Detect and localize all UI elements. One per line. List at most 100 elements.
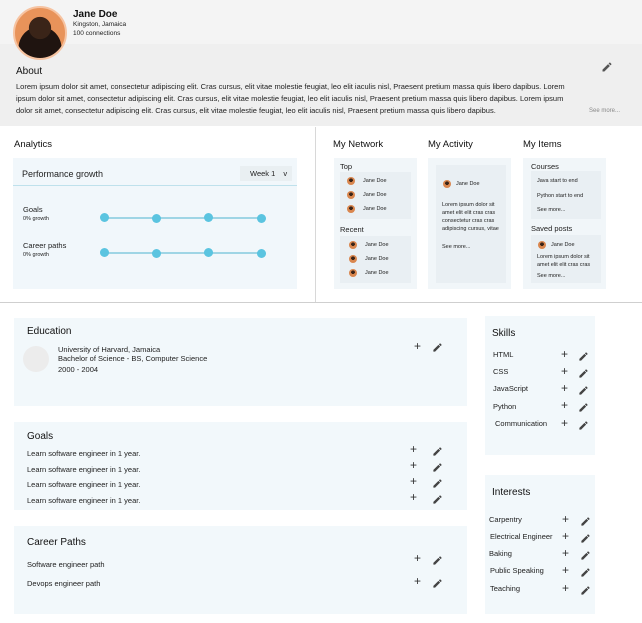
education-school: University of Harvard, Jamaica [58,345,161,354]
edit-skill-pencil-icon[interactable] [578,383,589,395]
network-top-person[interactable]: Jane Doe [363,206,387,212]
week-select[interactable]: Week 1 v [240,166,292,181]
avatar[interactable] [443,180,451,188]
goals-progress-dot[interactable] [152,214,161,223]
edit-skill-pencil-icon[interactable] [578,349,589,361]
add-interest-plus-icon[interactable]: + [562,547,569,559]
add-education-plus-icon[interactable]: + [414,340,421,352]
interest-item: Carpentry [489,515,522,524]
add-interest-plus-icon[interactable]: + [562,564,569,576]
career-row-growth: 0% growth [23,252,49,258]
skill-item: HTML [493,350,514,359]
profile-connections[interactable]: 100 connections [73,30,120,37]
activity-author[interactable]: Jane Doe [456,181,480,187]
course-item[interactable]: Python start to end [537,193,583,199]
skill-item: JavaScript [493,384,529,393]
network-top-person[interactable]: Jane Doe [363,178,387,184]
edit-goal-pencil-icon[interactable] [432,476,443,488]
courses-see-more-link[interactable]: See more... [537,207,565,213]
edit-interest-pencil-icon[interactable] [580,565,591,577]
add-career-path-plus-icon[interactable]: + [414,575,421,587]
add-goal-plus-icon[interactable]: + [410,459,417,471]
skills-title: Skills [492,328,516,339]
avatar[interactable] [347,205,355,213]
goals-progress-dot[interactable] [100,213,109,222]
about-title: About [16,66,43,77]
about-text: Lorem ipsum dolor sit amet, consectetur … [16,82,565,115]
interest-item: Baking [489,549,512,558]
add-goal-plus-icon[interactable]: + [410,475,417,487]
saved-posts-label: Saved posts [531,224,573,233]
career-paths-title: Career Paths [27,537,86,548]
avatar[interactable] [347,191,355,199]
course-item[interactable]: Java start to end [537,178,578,184]
profile-avatar[interactable] [13,6,67,60]
career-path-item: Software engineer path [27,560,105,569]
edit-goal-pencil-icon[interactable] [432,444,443,456]
network-recent-label: Recent [340,225,364,234]
edit-about-pencil-icon[interactable] [601,60,613,72]
avatar[interactable] [349,241,357,249]
saved-post-text: Lorem ipsum dolor sit amet elit elit cra… [537,254,591,268]
school-logo [23,346,49,372]
career-progress-dot[interactable] [152,249,161,258]
network-recent-person[interactable]: Jane Doe [365,256,389,262]
add-skill-plus-icon[interactable]: + [561,417,568,429]
network-recent-person[interactable]: Jane Doe [365,270,389,276]
career-progress-dot[interactable] [204,248,213,257]
add-career-path-plus-icon[interactable]: + [414,552,421,564]
goals-progress-dot[interactable] [257,214,266,223]
skill-item: Python [493,402,517,411]
interest-item: Electrical Engineer [490,532,553,541]
edit-interest-pencil-icon[interactable] [580,514,591,526]
edit-skill-pencil-icon[interactable] [578,418,589,430]
network-title: My Network [333,139,384,150]
add-skill-plus-icon[interactable]: + [561,365,568,377]
add-interest-plus-icon[interactable]: + [562,582,569,594]
add-interest-plus-icon[interactable]: + [562,513,569,525]
add-skill-plus-icon[interactable]: + [561,348,568,360]
education-title: Education [27,326,72,337]
edit-skill-pencil-icon[interactable] [578,366,589,378]
avatar[interactable] [349,269,357,277]
edit-goal-pencil-icon[interactable] [432,460,443,472]
edit-interest-pencil-icon[interactable] [580,531,591,543]
add-skill-plus-icon[interactable]: + [561,399,568,411]
about-see-more-link[interactable]: See more... [589,108,620,114]
courses-label: Courses [531,162,559,171]
avatar[interactable] [347,177,355,185]
profile-name: Jane Doe [73,9,118,20]
activity-see-more-link[interactable]: See more... [442,243,470,251]
saved-post-author[interactable]: Jane Doe [551,242,575,248]
network-recent-person[interactable]: Jane Doe [365,242,389,248]
edit-interest-pencil-icon[interactable] [580,583,591,595]
interest-item: Teaching [490,584,521,593]
skill-item: CSS [493,367,509,376]
avatar[interactable] [538,241,546,249]
edit-skill-pencil-icon[interactable] [578,400,589,412]
edit-interest-pencil-icon[interactable] [580,548,591,560]
add-goal-plus-icon[interactable]: + [410,491,417,503]
edit-goal-pencil-icon[interactable] [432,492,443,504]
interest-item: Public Speaking [490,566,544,575]
add-goal-plus-icon[interactable]: + [410,443,417,455]
education-degree: Bachelor of Science - BS, Computer Scien… [58,354,208,363]
avatar[interactable] [349,255,357,263]
saved-see-more-link[interactable]: See more... [537,272,565,280]
add-skill-plus-icon[interactable]: + [561,382,568,394]
items-title: My Items [523,139,562,150]
goals-row-label: Goals [23,205,43,214]
add-interest-plus-icon[interactable]: + [562,530,569,542]
goals-title: Goals [27,431,54,442]
career-progress-dot[interactable] [257,249,266,258]
edit-education-pencil-icon[interactable] [432,340,443,352]
career-row-label: Career paths [23,241,67,250]
edit-career-path-pencil-icon[interactable] [432,576,443,588]
career-progress-dot[interactable] [100,248,109,257]
career-progress-track [104,252,261,254]
edit-career-path-pencil-icon[interactable] [432,553,443,565]
goal-item: Learn software engineer in 1 year. [27,465,141,474]
network-top-person[interactable]: Jane Doe [363,192,387,198]
chevron-down-icon: v [283,169,288,178]
goals-progress-dot[interactable] [204,213,213,222]
